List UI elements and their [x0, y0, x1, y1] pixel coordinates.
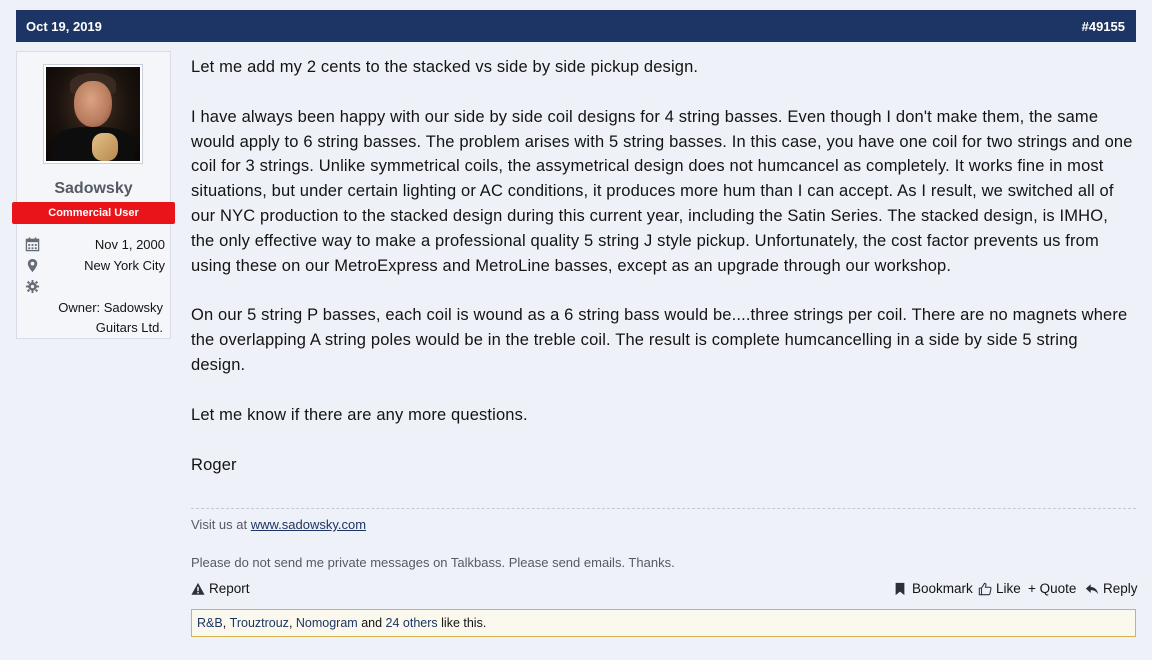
location[interactable]: New York City [84, 258, 165, 273]
gear-icon [25, 279, 41, 295]
website-link[interactable]: www.sadowsky.com [251, 517, 366, 532]
occupation: Owner: Sadowsky Guitars Ltd. [43, 298, 163, 338]
message-paragraph: I have always been happy with our side b… [191, 107, 1133, 275]
post-number-link[interactable]: #49155 [1082, 19, 1125, 34]
location-row: New York City [25, 258, 165, 276]
message-paragraph: On our 5 string P basses, each coil is w… [191, 306, 1128, 374]
avatar-image [46, 67, 140, 161]
message-body: Let me add my 2 cents to the stacked vs … [191, 55, 1136, 477]
report-button[interactable]: Report [191, 581, 250, 596]
like-button[interactable]: Like [978, 581, 1021, 596]
likes-others-link[interactable]: 24 others [386, 616, 438, 630]
likes-suffix: like this. [441, 616, 487, 630]
likes-summary: R&B, Trouztrouz, Nomogram and 24 others … [191, 609, 1136, 637]
bookmark-icon [894, 582, 908, 596]
likes-and: and [361, 616, 383, 630]
bookmark-label: Bookmark [912, 581, 973, 596]
warning-icon [191, 582, 205, 596]
report-label: Report [209, 581, 250, 596]
signature-note: Please do not send me private messages o… [191, 555, 675, 570]
user-title-badge: Commercial User [12, 202, 175, 224]
bookmark-button[interactable]: Bookmark [894, 581, 973, 596]
post-header: Oct 19, 2019 #49155 [16, 10, 1136, 42]
message-signoff: Roger [191, 455, 237, 474]
like-label: Like [996, 581, 1021, 596]
post-date[interactable]: Oct 19, 2019 [26, 19, 102, 34]
joined-date: Nov 1, 2000 [94, 237, 165, 252]
quote-button[interactable]: + Quote [1028, 581, 1076, 596]
quote-label: + Quote [1028, 581, 1077, 596]
username[interactable]: Sadowsky [17, 180, 170, 198]
thumbs-up-icon [978, 582, 992, 596]
reply-label: Reply [1103, 581, 1138, 596]
liker-link[interactable]: Nomogram [296, 616, 358, 630]
message-paragraph: Let me add my 2 cents to the stacked vs … [191, 58, 699, 76]
liker-link[interactable]: Trouztrouz [230, 616, 289, 630]
joined-row: Nov 1, 2000 [25, 237, 165, 255]
reply-button[interactable]: Reply [1085, 581, 1138, 596]
message-paragraph: Let me know if there are any more questi… [191, 405, 528, 424]
signature-prefix: Visit us at [191, 517, 251, 532]
liker-link[interactable]: R&B [197, 616, 223, 630]
calendar-icon [25, 237, 41, 253]
reply-icon [1085, 582, 1099, 596]
avatar[interactable] [43, 64, 143, 164]
signature: Visit us at www.sadowsky.com [191, 508, 1136, 532]
post-actions: Report Bookmark Like + Quote Reply [191, 581, 1138, 601]
user-panel: Sadowsky Commercial User Nov 1, 2000 New… [12, 51, 175, 339]
occupation-row [25, 279, 165, 297]
occupation-line-2: Guitars Ltd. [95, 320, 163, 335]
map-marker-icon [25, 258, 41, 274]
occupation-line-1: Owner: Sadowsky [58, 300, 163, 315]
